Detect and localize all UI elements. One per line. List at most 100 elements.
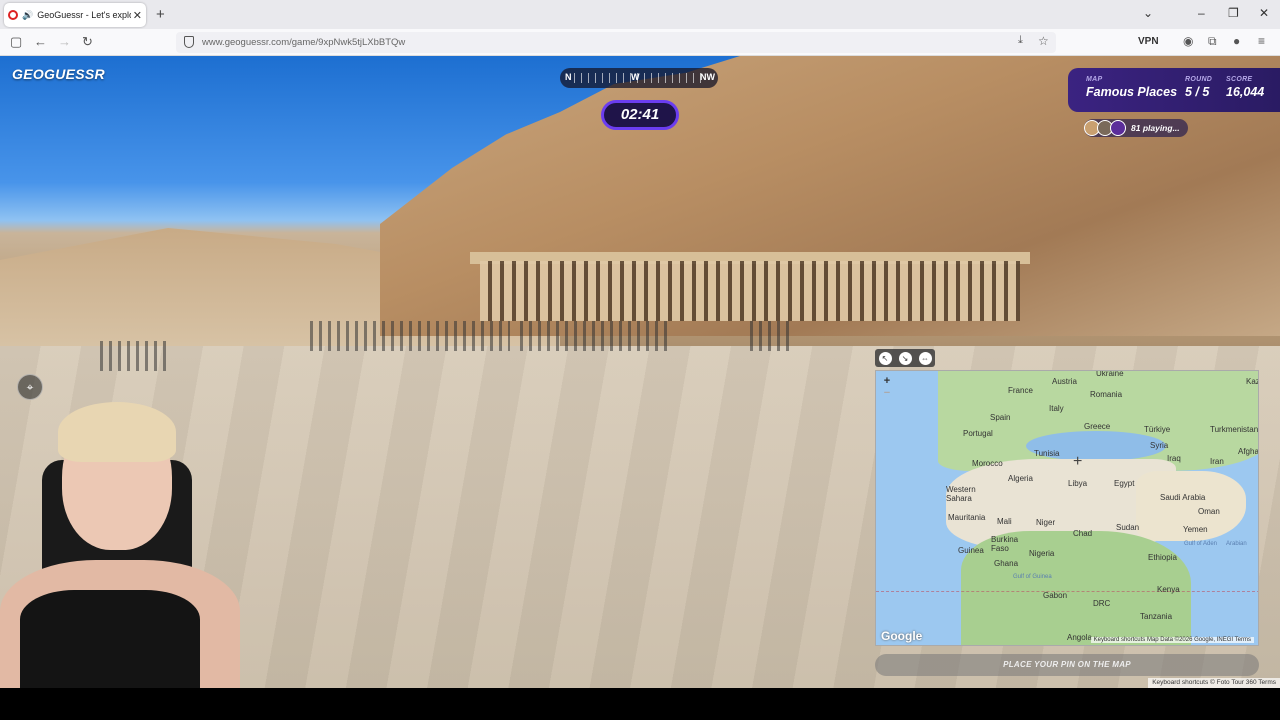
game-status-panel: MAP Famous Places ROUND 5 / 5 SCORE 16,0… [1068, 68, 1280, 112]
map-label: Romania [1090, 390, 1123, 399]
score-label: SCORE [1226, 76, 1253, 83]
map-label: Kenya [1157, 585, 1180, 594]
map-label: Western Sahara [946, 485, 976, 503]
extension-badge-icon[interactable]: ● [1233, 34, 1240, 48]
map-label: Spain [990, 413, 1011, 422]
map-label: Turkmenistan [1210, 425, 1259, 434]
map-info: MAP Famous Places [1086, 76, 1177, 99]
map-crosshair-icon: + [1073, 453, 1083, 470]
map-label: Guinea [958, 546, 984, 555]
map-label: Mali [997, 517, 1012, 526]
google-logo: Google [881, 629, 923, 643]
score-value: 16,044 [1226, 85, 1265, 99]
minimize-icon[interactable]: – [1198, 6, 1205, 20]
map-label: Saudi Arabia [1160, 493, 1206, 502]
map-label: Libya [1068, 479, 1088, 488]
map-label: Gulf of Guinea [1013, 574, 1052, 580]
players-indicator[interactable]: 81 playing... [1084, 119, 1188, 137]
extensions-icon[interactable]: ⧉ [1208, 34, 1217, 49]
map-label: DRC [1093, 599, 1111, 608]
save-page-icon[interactable]: ⤓ [1018, 34, 1023, 47]
round-timer: 02:41 [601, 100, 679, 130]
compass-northwest: NW [700, 72, 715, 82]
map-zoom-controls: + − [880, 375, 894, 399]
tourist-crowd [750, 321, 790, 351]
compass-north: N [565, 72, 572, 82]
map-value: Famous Places [1086, 85, 1178, 99]
map-label: Gabon [1043, 591, 1068, 600]
map-label: Angola [1067, 633, 1092, 642]
map-pin-toggle-icon[interactable]: ⇔ [918, 351, 932, 365]
map-label: Burkina Faso [991, 535, 1019, 553]
tab-title: GeoGuessr - Let's explore t [37, 10, 131, 20]
round-label: ROUND [1185, 76, 1213, 83]
map-label: Morocco [972, 459, 1003, 468]
browser-tab[interactable]: 🔊 GeoGuessr - Let's explore t ✕ [4, 3, 146, 27]
return-to-start-icon[interactable]: ⌖ [17, 374, 43, 400]
players-count: 81 playing... [1131, 123, 1180, 133]
forward-icon[interactable]: → [58, 34, 71, 49]
map-label: Sudan [1116, 523, 1140, 532]
round-value: 5 / 5 [1185, 85, 1210, 99]
map-size-controls: ↖ ↘ ⇔ [875, 349, 935, 367]
zoom-in-button[interactable]: + [880, 375, 894, 387]
maximize-icon[interactable]: ❐ [1228, 6, 1239, 20]
speaker-icon[interactable]: 🔊 [22, 10, 33, 21]
panorama-attribution[interactable]: Keyboard shortcuts © Foto Tour 360 Terms [1148, 678, 1280, 688]
place-pin-button[interactable]: PLACE YOUR PIN ON THE MAP [875, 654, 1259, 676]
site-shield-icon[interactable] [184, 36, 194, 48]
tourist-crowd [520, 321, 670, 351]
map-label: Mauritania [948, 513, 986, 522]
guess-map[interactable]: + − Ukraine Austria France Romania Kaz S… [875, 370, 1259, 646]
map-label: Gulf of Aden [1184, 541, 1218, 547]
map-label: Italy [1049, 404, 1064, 413]
sidebar-icon[interactable]: ▢ [10, 34, 22, 50]
close-tab-icon[interactable]: ✕ [133, 9, 142, 22]
browser-nav-bar: ▢ ← → ↻ www.geoguessr.com/game/9xpNwk5tj… [0, 29, 1280, 56]
map-expand-icon[interactable]: ↖ [878, 351, 892, 365]
map-label: Egypt [1114, 479, 1135, 488]
map-label: Greece [1084, 422, 1111, 431]
map-label: Iran [1210, 457, 1224, 466]
map-equator-line [876, 591, 1258, 592]
map-label: Algeria [1008, 474, 1033, 483]
geoguessr-logo[interactable]: GEOGUESSR [12, 66, 105, 82]
map-label: Chad [1073, 529, 1093, 538]
compass: N W NW [560, 68, 718, 88]
url-text[interactable]: www.geoguessr.com/game/9xpNwk5tjLXbBTQw [202, 37, 405, 48]
map-label: Austria [1052, 377, 1077, 386]
map-label: Portugal [963, 429, 993, 438]
new-tab-button[interactable]: + [156, 6, 165, 23]
map-label: Ukraine [1096, 370, 1124, 378]
back-icon[interactable]: ← [34, 34, 47, 49]
map-attribution[interactable]: Keyboard shortcuts Map Data ©2026 Google… [1090, 637, 1254, 643]
round-info: ROUND 5 / 5 [1185, 76, 1212, 99]
map-label: Oman [1198, 507, 1220, 516]
webcam-person-top [20, 590, 200, 688]
browser-tab-bar: 🔊 GeoGuessr - Let's explore t ✕ + ⌄ – ❐ … [0, 0, 1280, 29]
map-label: MAP [1086, 76, 1103, 83]
vpn-button[interactable]: VPN [1138, 36, 1159, 47]
geoguessr-favicon-icon [8, 10, 18, 20]
player-avatar [1110, 120, 1126, 136]
temple-colonnade [480, 261, 1020, 321]
map-label: France [1008, 386, 1033, 395]
map-label: Niger [1036, 518, 1056, 527]
bookmark-star-icon[interactable]: ☆ [1038, 34, 1049, 48]
reload-icon[interactable]: ↻ [82, 34, 93, 50]
close-window-icon[interactable]: ✕ [1259, 6, 1269, 20]
address-bar[interactable]: www.geoguessr.com/game/9xpNwk5tjLXbBTQw … [176, 32, 1056, 53]
map-label: Tunisia [1034, 449, 1060, 458]
street-view-panorama[interactable]: GEOGUESSR N W NW 02:41 MAP Famous Places… [0, 56, 1280, 688]
map-label: Syria [1150, 441, 1169, 450]
map-shrink-icon[interactable]: ↘ [898, 351, 912, 365]
menu-icon[interactable]: ≡ [1258, 34, 1265, 48]
compass-west: W [631, 72, 640, 82]
streamer-webcam [0, 400, 270, 688]
map-label: Nigeria [1029, 549, 1055, 558]
tab-list-chevron-icon[interactable]: ⌄ [1143, 6, 1153, 20]
zoom-out-button[interactable]: − [880, 387, 894, 399]
account-icon[interactable]: ◉ [1183, 34, 1193, 48]
map-label: Arabian [1226, 541, 1247, 547]
map-label: Kaz [1246, 377, 1259, 386]
